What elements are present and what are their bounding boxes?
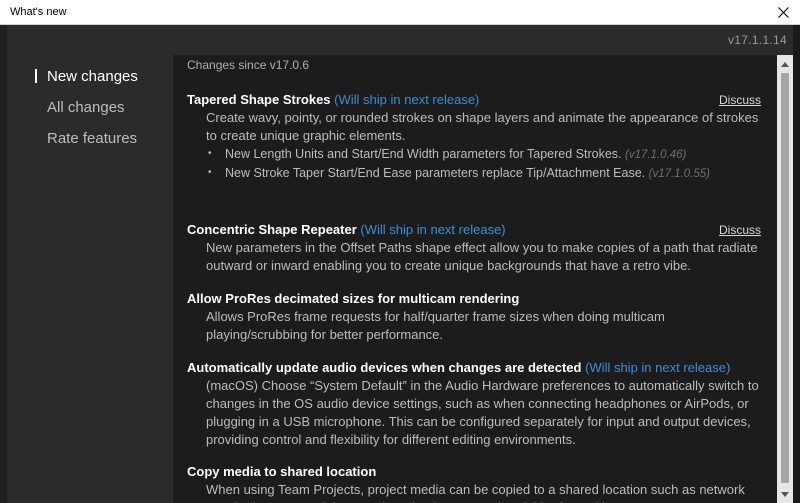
feature-description: Allows ProRes frame requests for half/qu… [206,309,665,342]
close-icon[interactable] [777,7,789,18]
scroll-up-button[interactable] [777,57,793,71]
feature-title-text: Copy media to shared location [187,464,377,479]
background-right [793,25,800,503]
scrollbar-thumb[interactable] [781,73,789,483]
bullet-version: (v17.1.0.46) [624,149,687,161]
sidebar-item-new-changes[interactable]: New changes [35,61,175,92]
feature-item: Concentric Shape Repeater (Will ship in … [187,221,767,275]
bullet-text: New Length Units and Start/End Width par… [225,147,622,161]
feature-bullets: New Length Units and Start/End Width par… [206,145,767,183]
window-title: What's new [10,6,67,18]
sidebar: New changes All changes Rate features [35,61,175,154]
feature-title: Concentric Shape Repeater (Will ship in … [187,221,767,239]
chevron-down-icon[interactable] [781,491,789,497]
feature-description: (macOS) Choose “System Default” in the A… [206,378,759,447]
feature-title: Allow ProRes decimated sizes for multica… [187,290,767,308]
discuss-link[interactable]: Discuss [719,221,761,239]
ship-status: (Will ship in next release) [585,360,731,375]
close-button[interactable] [766,0,800,25]
title-bar: What's new [0,0,800,25]
sidebar-item-rate-features[interactable]: Rate features [35,123,175,154]
ship-status: (Will ship in next release) [334,92,480,107]
feature-title: Tapered Shape Strokes (Will ship in next… [187,91,767,109]
bullet-item: New Length Units and Start/End Width par… [206,145,767,164]
feature-title-text: Automatically update audio devices when … [187,360,582,375]
feature-title-text: Tapered Shape Strokes [187,92,331,107]
changes-list[interactable]: Changes since v17.0.6 Tapered Shape Stro… [173,55,777,503]
scroll-down-button[interactable] [777,487,793,501]
feature-title-text: Allow ProRes decimated sizes for multica… [187,291,520,306]
sidebar-item-label: Rate features [47,130,138,147]
version-label: v17.1.1.14 [727,33,787,47]
sidebar-item-label: New changes [47,68,138,85]
feature-item: Automatically update audio devices when … [187,359,767,449]
feature-title: Copy media to shared location [187,463,767,481]
bullet-item: New Stroke Taper Start/End Ease paramete… [206,164,767,183]
feature-description: New parameters in the Offset Paths shape… [206,240,758,273]
whats-new-panel: v17.1.1.14 New changes All changes Rate … [7,25,793,503]
feature-item: Tapered Shape Strokes (Will ship in next… [187,91,767,183]
changes-since-label: Changes since v17.0.6 [187,58,310,72]
feature-item: Allow ProRes decimated sizes for multica… [187,290,767,344]
ship-status: (Will ship in next release) [360,222,506,237]
sidebar-item-label: All changes [47,99,125,116]
background-left [0,25,7,503]
feature-description: When using Team Projects, project media … [206,482,745,503]
feature-item: Copy media to shared location When using… [187,463,767,503]
bullet-version: (v17.1.0.55) [648,168,710,180]
chevron-up-icon[interactable] [781,61,789,67]
feature-title: Automatically update audio devices when … [187,359,767,377]
vertical-scrollbar[interactable] [777,55,793,503]
discuss-link[interactable]: Discuss [719,91,761,109]
sidebar-item-all-changes[interactable]: All changes [35,92,175,123]
feature-description: Create wavy, pointy, or rounded strokes … [206,110,759,143]
feature-title-text: Concentric Shape Repeater [187,222,357,237]
bullet-text: New Stroke Taper Start/End Ease paramete… [225,166,646,180]
